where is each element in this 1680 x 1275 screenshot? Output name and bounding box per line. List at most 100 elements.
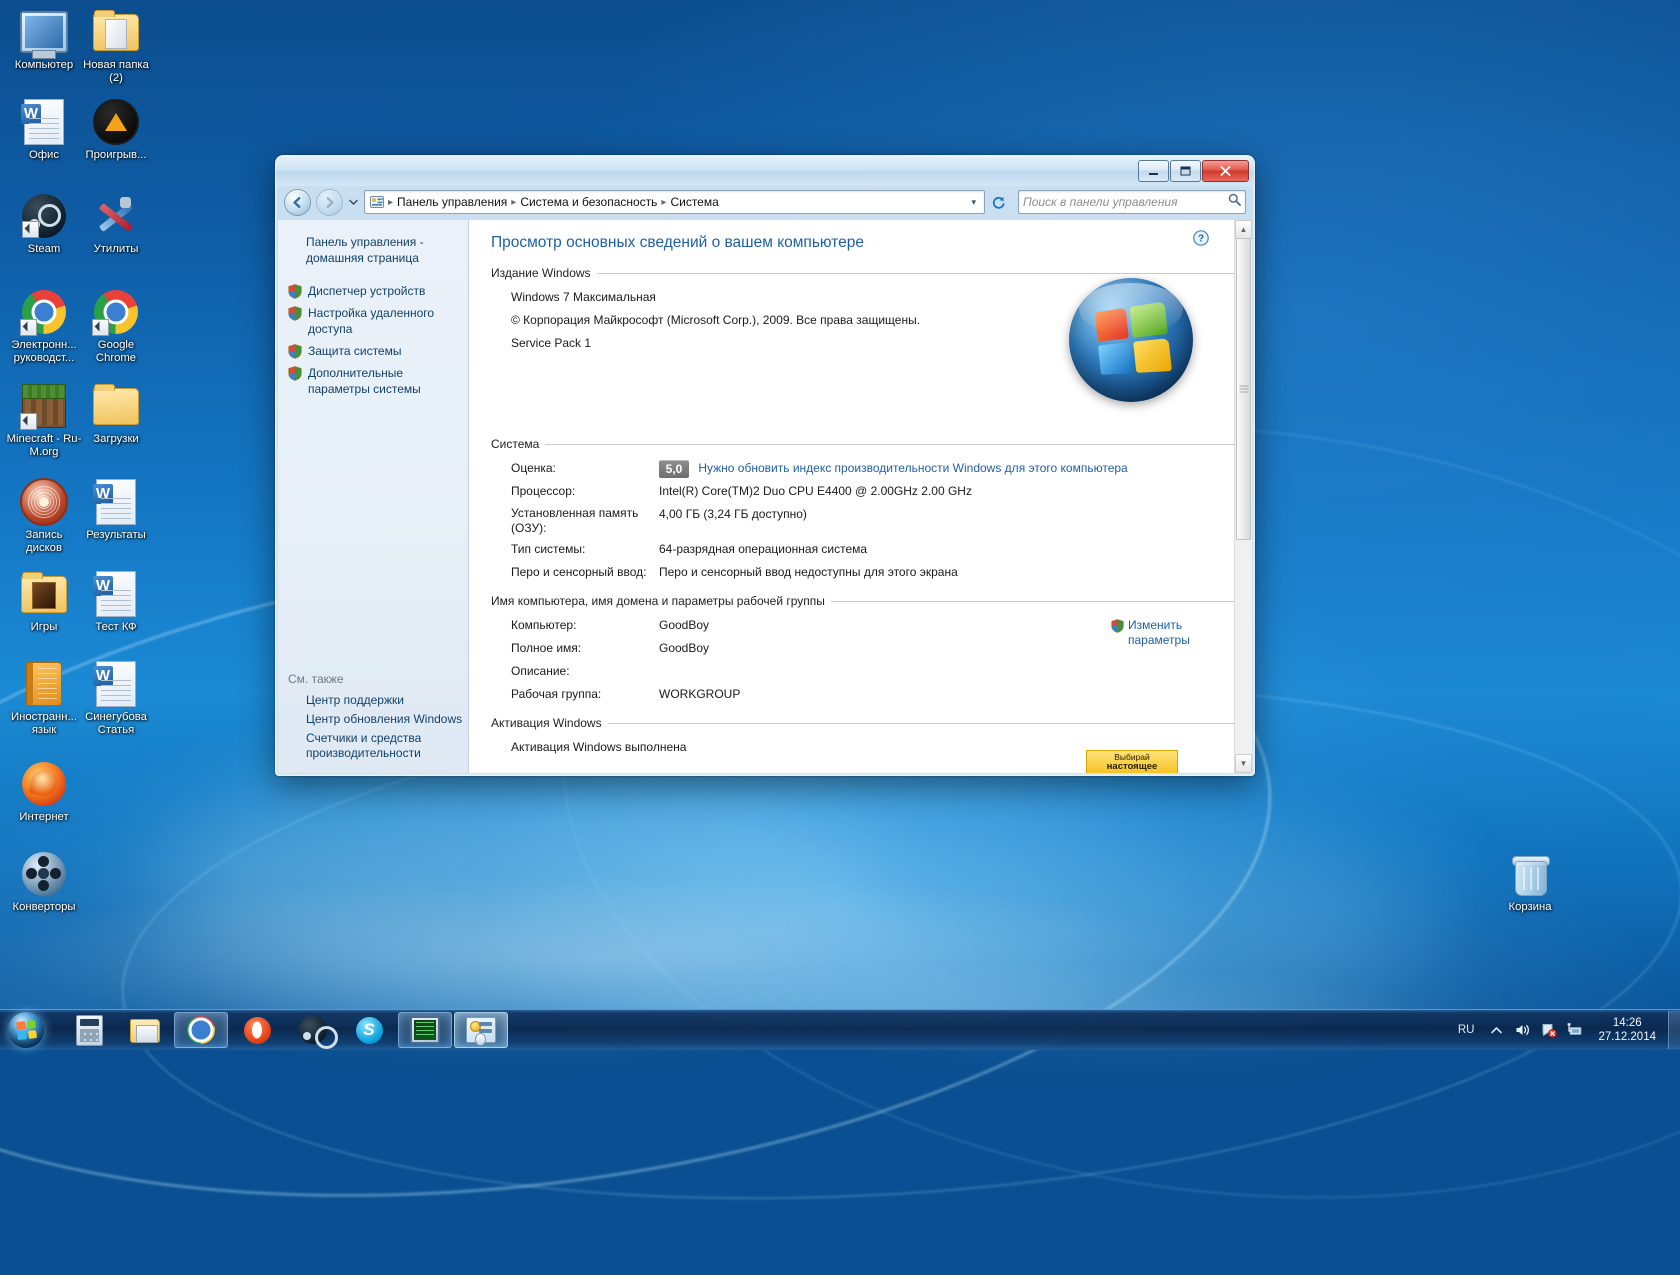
- breadcrumb-item-2[interactable]: Система: [667, 194, 721, 210]
- start-button[interactable]: [2, 1011, 50, 1049]
- promo-banner[interactable]: Выбирай настоящее: [1086, 750, 1178, 773]
- desktop-icon-recycle-bin[interactable]: Корзина: [1492, 850, 1568, 914]
- taskbar-item-opera[interactable]: [230, 1012, 284, 1048]
- maximize-button[interactable]: [1170, 160, 1201, 182]
- word-document-icon: [92, 660, 140, 708]
- address-bar[interactable]: ▸ Панель управления ▸ Система и безопасн…: [364, 190, 985, 214]
- section-title: Система: [491, 437, 540, 451]
- word-document-icon: [20, 98, 68, 146]
- disc-burn-icon: [20, 478, 68, 526]
- desktop-icon-label: Интернет: [19, 811, 69, 823]
- desktop-icon-test-kf[interactable]: Тест КФ: [78, 570, 154, 634]
- network-icon[interactable]: [1566, 1022, 1583, 1039]
- taskbar-item-control-panel[interactable]: [454, 1012, 508, 1048]
- see-also-support-center[interactable]: Центр поддержки: [288, 691, 468, 710]
- shield-icon: [288, 344, 302, 359]
- desktop-icon-sinegubova-article[interactable]: Синегубова Статья: [78, 660, 154, 737]
- breadcrumb-item-1[interactable]: Система и безопасность: [517, 194, 660, 210]
- sidebar-item-home[interactable]: Панель управления - домашняя страница: [278, 234, 468, 266]
- desktop-icon-label: Новая папка (2): [83, 59, 149, 84]
- taskbar-item-explorer[interactable]: [118, 1012, 172, 1048]
- rating-update-link[interactable]: Нужно обновить индекс производительности…: [698, 461, 1127, 475]
- window-titlebar[interactable]: [276, 156, 1254, 186]
- desktop-icon-foreign-language[interactable]: Иностранн... язык: [6, 660, 82, 737]
- system-section: Система Оценка: 5,0 Нужно обновить индек…: [491, 437, 1235, 582]
- skype-icon: S: [354, 1015, 384, 1045]
- desktop-icon-label: Загрузки: [93, 433, 139, 445]
- breadcrumb-separator[interactable]: ▸: [510, 197, 517, 208]
- sidebar-item-label: Настройка удаленного доступа: [308, 306, 435, 336]
- see-also-windows-update[interactable]: Центр обновления Windows: [288, 710, 468, 729]
- breadcrumb-separator[interactable]: ▸: [660, 197, 667, 208]
- memory-label: Установленная память (ОЗУ):: [511, 506, 639, 535]
- desktop-icon-new-folder[interactable]: Новая папка (2): [78, 8, 154, 85]
- taskbar-item-calculator[interactable]: [62, 1012, 116, 1048]
- minimize-button[interactable]: [1138, 160, 1169, 182]
- sidebar-item-advanced-settings[interactable]: Дополнительные параметры системы: [278, 362, 468, 400]
- scroll-up-arrow[interactable]: ▲: [1235, 220, 1252, 239]
- windows-logo: [1069, 278, 1193, 402]
- recent-pages-dropdown[interactable]: [348, 190, 359, 215]
- show-desktop-button[interactable]: [1668, 1011, 1680, 1049]
- desktop-icon-label: Иностранн... язык: [11, 711, 77, 736]
- show-hidden-icons-button[interactable]: [1488, 1022, 1505, 1039]
- desktop-icon-games[interactable]: Игры: [6, 570, 82, 634]
- action-center-icon[interactable]: [1540, 1022, 1557, 1039]
- desktop-icon-steam[interactable]: Steam: [6, 192, 82, 256]
- vertical-scrollbar[interactable]: ▲ ▼: [1234, 220, 1252, 773]
- desktop-icon-player[interactable]: Проигрыв...: [78, 98, 154, 162]
- desktop-icon-downloads[interactable]: Загрузки: [78, 382, 154, 446]
- word-document-icon: [92, 570, 140, 618]
- desktop-icon-label: Утилиты: [93, 243, 139, 255]
- sidebar-item-device-manager[interactable]: Диспетчер устройств: [278, 280, 468, 302]
- language-indicator[interactable]: RU: [1453, 1022, 1480, 1038]
- desktop-icon-label: Minecraft - Ru-M.org: [6, 433, 82, 458]
- desktop-icon-electronic-guide[interactable]: Электронн... руководст...: [6, 288, 82, 365]
- change-settings-link[interactable]: Изменить параметры: [1111, 618, 1207, 648]
- desktop-icon-label: Результаты: [86, 529, 146, 541]
- refresh-button[interactable]: [990, 194, 1007, 211]
- book-icon: [20, 660, 68, 708]
- window-navigation-bar: ▸ Панель управления ▸ Система и безопасн…: [276, 186, 1254, 218]
- desktop-icon-office[interactable]: Офис: [6, 98, 82, 162]
- desktop-icon-internet[interactable]: Интернет: [6, 760, 82, 824]
- see-also-performance-tools[interactable]: Счетчики и средства производительности: [288, 729, 468, 763]
- desktop-icon-results[interactable]: Результаты: [78, 478, 154, 542]
- breadcrumb-item-0[interactable]: Панель управления: [394, 194, 510, 210]
- address-dropdown[interactable]: ▾: [967, 197, 980, 208]
- calculator-icon: [74, 1014, 104, 1046]
- close-button[interactable]: [1202, 160, 1249, 182]
- taskbar-item-monitor[interactable]: [398, 1012, 452, 1048]
- desktop-icon-converters[interactable]: Конверторы: [6, 850, 82, 914]
- promo-banner-line2: настоящее: [1106, 761, 1158, 772]
- pen-touch-value: Перо и сенсорный ввод недоступны для это…: [659, 565, 958, 579]
- scroll-thumb[interactable]: [1236, 238, 1251, 540]
- tools-icon: [92, 192, 140, 240]
- desktop-icon-label: Запись дисков: [25, 529, 63, 554]
- back-button[interactable]: [284, 188, 311, 216]
- desktop-icon-google-chrome[interactable]: Google Chrome: [78, 288, 154, 365]
- taskbar-item-steam[interactable]: [286, 1012, 340, 1049]
- desktop-icon-disc-burn[interactable]: Запись дисков: [6, 478, 82, 555]
- search-input[interactable]: Поиск в панели управления: [1018, 190, 1246, 214]
- volume-icon[interactable]: [1514, 1022, 1531, 1039]
- desktop-icon-utilities[interactable]: Утилиты: [78, 192, 154, 256]
- sidebar-item-system-protection[interactable]: Защита системы: [278, 340, 468, 362]
- full-name-label: Полное имя:: [511, 641, 582, 655]
- see-also-header: См. также: [288, 672, 344, 686]
- help-icon[interactable]: ?: [1193, 230, 1209, 246]
- description-label: Описание:: [511, 664, 570, 678]
- desktop-icon-minecraft[interactable]: Minecraft - Ru-M.org: [6, 382, 82, 459]
- taskbar-item-skype[interactable]: S: [342, 1012, 396, 1048]
- sidebar-item-remote-access[interactable]: Настройка удаленного доступа: [278, 302, 468, 340]
- desktop-icon-label: Тест КФ: [95, 621, 137, 633]
- scroll-down-arrow[interactable]: ▼: [1235, 754, 1252, 773]
- control-panel-icon: [466, 1015, 496, 1046]
- film-reel-icon: [20, 850, 68, 898]
- forward-button[interactable]: [316, 188, 343, 216]
- clock[interactable]: 14:26 27.12.2014: [1592, 1016, 1662, 1044]
- taskbar-item-chrome[interactable]: [174, 1012, 228, 1048]
- wallpaper-glow: [150, 780, 870, 990]
- desktop-icon-computer[interactable]: Компьютер: [6, 8, 82, 72]
- steam-icon: [20, 192, 68, 240]
